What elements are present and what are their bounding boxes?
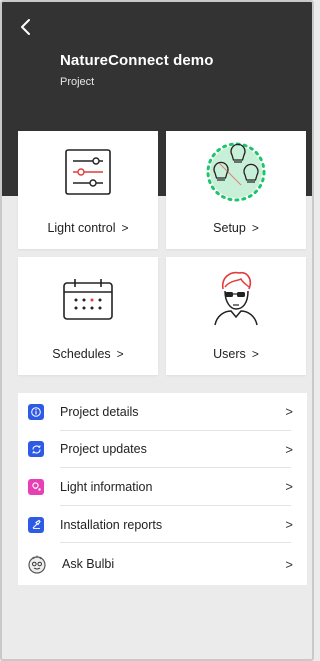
back-button[interactable]	[16, 16, 38, 38]
list-item-project-updates[interactable]: Project updates >	[18, 431, 307, 469]
chevron-right-icon: >	[285, 556, 293, 572]
tile-schedules[interactable]: Schedules >	[18, 257, 158, 375]
tile-label: Light control	[47, 221, 116, 235]
list-item-label: Project details	[60, 404, 139, 419]
page-subtitle: Project	[60, 76, 95, 88]
tile-label: Schedules	[52, 347, 111, 361]
bulbs-setup-icon	[206, 142, 266, 202]
list-item-installation-reports[interactable]: Installation reports >	[18, 506, 307, 544]
bulbi-icon	[26, 553, 48, 575]
chevron-right-icon: >	[285, 441, 293, 457]
chevron-right-icon: >	[251, 347, 259, 361]
calendar-icon	[63, 279, 113, 320]
chevron-right-icon: >	[285, 404, 293, 420]
list-item-project-details[interactable]: Project details >	[18, 393, 307, 431]
chevron-right-icon: >	[285, 517, 293, 533]
list-item-label: Ask Bulbi	[62, 557, 115, 572]
list-item-label: Project updates	[60, 442, 147, 457]
chevron-right-icon: >	[121, 221, 129, 235]
sliders-icon	[65, 149, 111, 195]
list-item-ask-bulbi[interactable]: Ask Bulbi >	[18, 543, 307, 585]
light-info-icon	[28, 478, 44, 495]
chevron-right-icon: >	[251, 221, 259, 235]
chevron-right-icon: >	[285, 479, 293, 495]
user-avatar-icon	[214, 271, 258, 326]
page-title: NatureConnect demo	[60, 52, 214, 69]
tile-users[interactable]: Users >	[166, 257, 306, 375]
list-item-light-information[interactable]: Light information >	[18, 468, 307, 506]
menu-list: Project details > Project updates > Ligh…	[18, 393, 307, 586]
tile-light-control[interactable]: Light control >	[18, 131, 158, 249]
chevron-right-icon: >	[116, 347, 124, 361]
app-frame: NatureConnect demo Project Light control…	[0, 0, 314, 661]
chevron-left-icon	[21, 19, 30, 35]
tile-setup[interactable]: Setup >	[166, 131, 306, 249]
refresh-icon	[28, 441, 44, 458]
list-item-label: Installation reports	[60, 517, 163, 532]
info-icon	[28, 403, 44, 420]
list-item-label: Light information	[60, 479, 153, 494]
tile-label: Setup	[213, 221, 246, 235]
report-icon	[28, 516, 44, 533]
tile-label: Users	[213, 347, 246, 361]
